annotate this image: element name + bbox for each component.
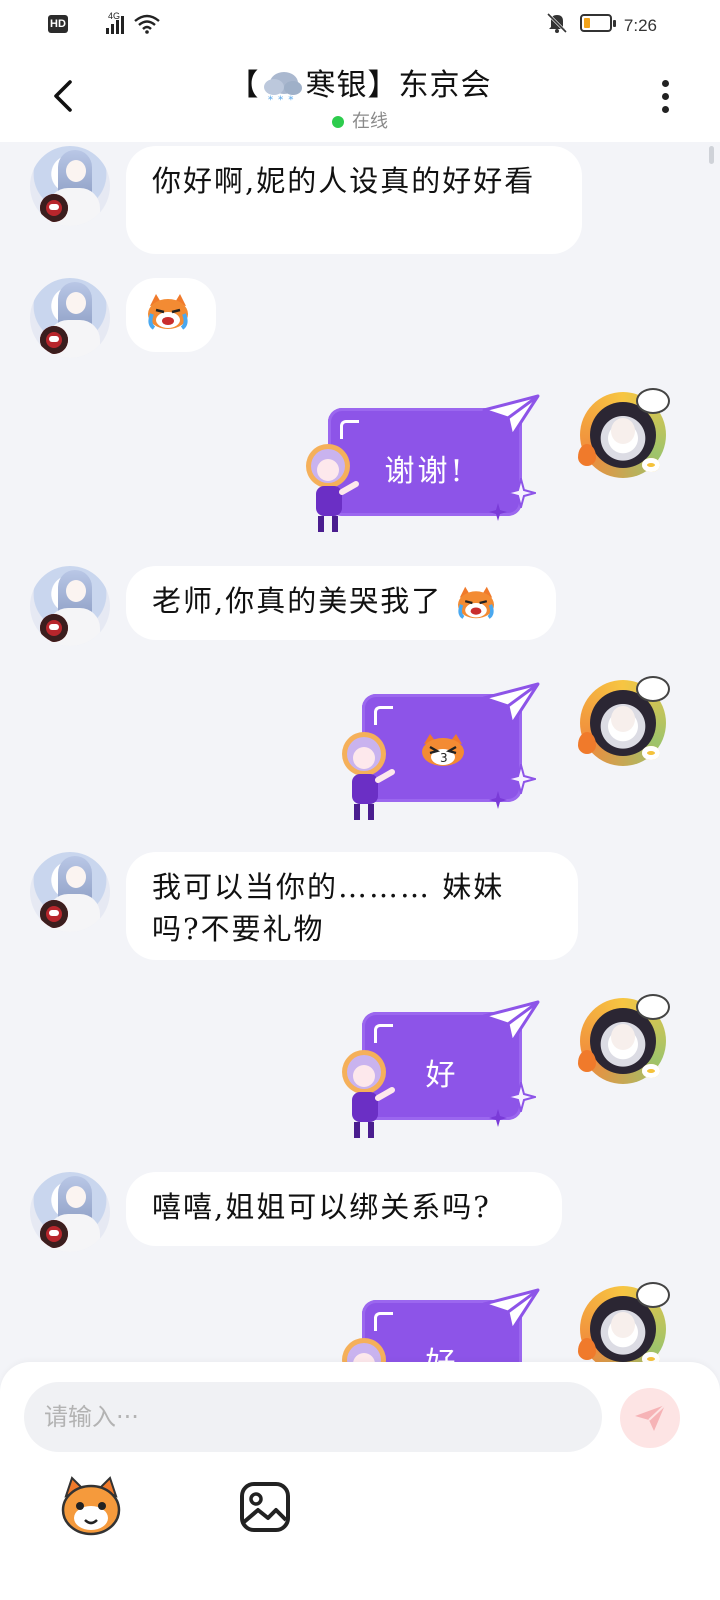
contact-avatar[interactable] <box>30 1172 110 1252</box>
contact-avatar[interactable] <box>30 146 110 226</box>
kiss-cat-sticker: 3 <box>422 734 464 766</box>
my-avatar[interactable] <box>578 388 670 478</box>
input-bar <box>0 1362 720 1600</box>
scrollbar[interactable] <box>709 146 714 164</box>
hd-badge: HD <box>48 15 68 33</box>
send-icon <box>635 1404 666 1431</box>
message-bubble[interactable]: 我可以当你的……… 妹妹吗?不要礼物 <box>126 852 578 960</box>
mute-bell-icon <box>546 12 568 34</box>
mascot-girl-icon <box>342 1050 395 1138</box>
crying-cat-sticker <box>148 294 188 330</box>
title-text: 寒银】东京会 <box>305 68 492 103</box>
message-bubble[interactable]: 你好啊,妮的人设真的好好看 <box>126 146 582 254</box>
sparkle-icon <box>489 791 507 809</box>
online-dot <box>332 116 344 128</box>
battery-icon <box>580 14 616 32</box>
clock: 7:26 <box>623 16 657 35</box>
status-bar: HD 4G 7:26 <box>0 0 720 50</box>
message-input[interactable] <box>24 1382 602 1452</box>
message-bubble[interactable]: 老师,你真的美哭我了 <box>126 566 556 640</box>
more-options-icon[interactable] <box>658 76 672 116</box>
sparkle-icon <box>489 503 507 521</box>
sparkle-icon <box>506 1082 536 1112</box>
send-button[interactable] <box>620 1388 680 1448</box>
sparkle-icon <box>489 1109 507 1127</box>
message-bubble[interactable] <box>126 278 216 352</box>
paper-plane-icon <box>482 394 540 438</box>
signal-icon: 4G <box>78 11 124 34</box>
contact-avatar[interactable] <box>30 278 110 358</box>
network-type: 4G <box>108 11 121 21</box>
chat-title: 【 * * * 寒银】东京会 <box>0 60 720 105</box>
contact-avatar[interactable] <box>30 566 110 646</box>
my-avatar[interactable] <box>578 676 670 766</box>
message-bubble[interactable]: 嘻嘻,姐姐可以绑关系吗? <box>126 1172 562 1246</box>
online-status: 在线 <box>0 107 720 133</box>
mascot-girl-icon <box>306 444 359 532</box>
sparkle-icon <box>506 764 536 794</box>
message-text: 嘻嘻,姐姐可以绑关系吗? <box>152 1190 491 1224</box>
message-text: 你好啊,妮的人设真的好好看 <box>152 164 536 198</box>
emoji-sticker-button[interactable] <box>58 1474 124 1540</box>
wifi-icon <box>134 14 160 34</box>
online-status-text: 在线 <box>352 111 388 132</box>
paper-plane-icon <box>482 1000 540 1044</box>
mascot-girl-icon <box>342 732 395 820</box>
chat-header: 【 * * * 寒银】东京会 在线 <box>0 50 720 142</box>
svg-text:3: 3 <box>440 751 448 765</box>
my-avatar[interactable] <box>578 994 670 1084</box>
my-avatar[interactable] <box>578 1282 670 1372</box>
snow-cloud-icon: * * * <box>263 72 302 105</box>
sparkle-icon <box>506 478 536 508</box>
image-picker-button[interactable] <box>238 1480 292 1534</box>
paper-plane-icon <box>482 682 540 726</box>
crying-cat-sticker <box>458 586 495 619</box>
title-bracket: 【 <box>228 68 260 103</box>
svg-text:* * *: * * * <box>268 95 294 105</box>
paper-plane-icon <box>482 1288 540 1332</box>
message-text: 我可以当你的……… 妹妹吗?不要礼物 <box>152 870 505 946</box>
message-text: 老师,你真的美哭我了 <box>152 584 443 618</box>
contact-avatar[interactable] <box>30 852 110 932</box>
